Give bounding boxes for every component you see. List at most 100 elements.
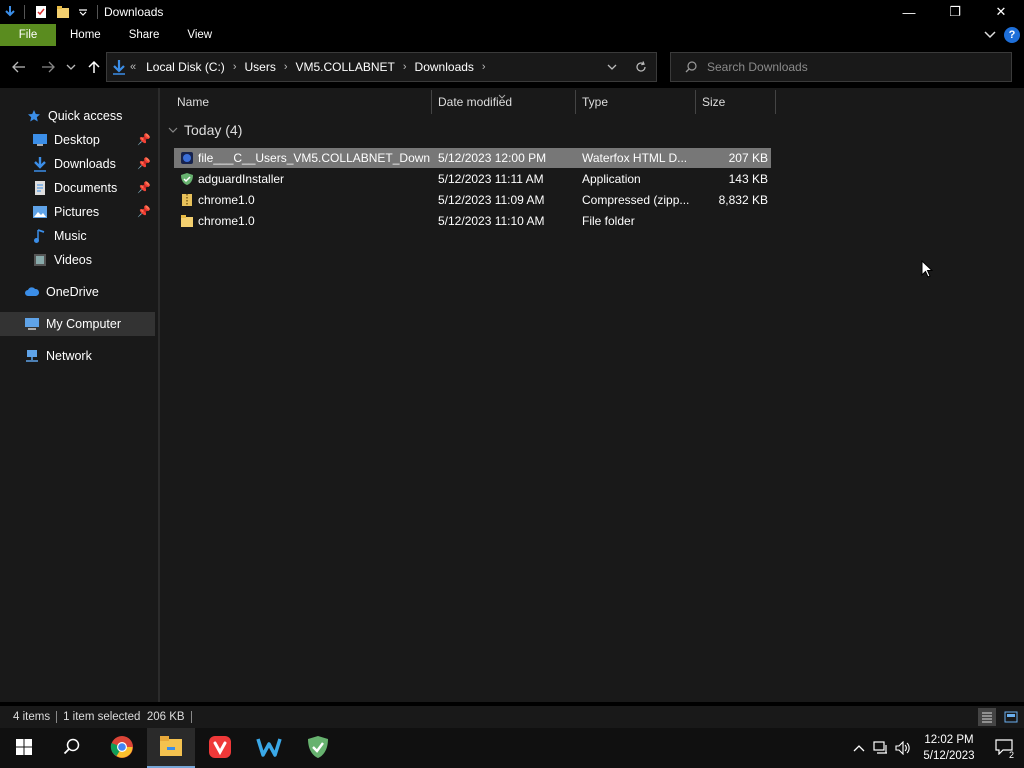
file-row[interactable]: chrome1.0 5/12/2023 11:09 AM Compressed … [174, 190, 771, 210]
tab-file[interactable]: File [0, 24, 56, 46]
search-input[interactable]: Search Downloads [707, 60, 808, 74]
download-folder-icon [112, 59, 126, 75]
back-button[interactable] [5, 53, 33, 81]
file-date: 5/12/2023 11:09 AM [438, 193, 545, 207]
file-row[interactable]: adguardInstaller 5/12/2023 11:11 AM Appl… [174, 169, 771, 189]
network-status-icon[interactable] [870, 728, 892, 768]
sidebar-item-onedrive[interactable]: OneDrive [0, 280, 155, 304]
tab-view[interactable]: View [173, 24, 226, 46]
properties-icon[interactable] [33, 4, 49, 20]
sidebar-item-videos[interactable]: Videos [0, 248, 155, 272]
overflow-chevron[interactable]: « [126, 61, 140, 73]
forward-button[interactable] [34, 53, 62, 81]
videos-icon [32, 252, 48, 268]
chrome-icon [110, 735, 134, 762]
taskbar-waterfox[interactable] [245, 728, 293, 768]
ribbon-tabs: File Home Share View ? [0, 24, 1024, 46]
column-separator[interactable] [775, 90, 776, 114]
mouse-cursor-icon [921, 259, 934, 281]
breadcrumb-separator[interactable]: › [231, 61, 239, 73]
separator [97, 5, 98, 19]
separator [24, 5, 25, 19]
adguard-icon [307, 735, 329, 762]
windows-start-icon [16, 738, 32, 758]
breadcrumb-downloads[interactable]: Downloads [409, 60, 480, 74]
sidebar-item-downloads[interactable]: Downloads 📌 [0, 152, 155, 176]
group-header-today[interactable]: Today (4) [168, 122, 242, 138]
column-header-name[interactable]: Name [177, 88, 209, 116]
sidebar-item-quick-access[interactable]: Quick access [0, 104, 155, 128]
sidebar-item-desktop[interactable]: Desktop 📌 [0, 128, 155, 152]
address-bar[interactable]: « Local Disk (C:) › Users › VM5.COLLABNE… [106, 52, 657, 82]
sidebar-item-label: Music [54, 229, 87, 243]
taskbar-adguard[interactable] [294, 728, 342, 768]
network-icon [24, 348, 40, 364]
taskbar-chrome[interactable] [98, 728, 146, 768]
clock[interactable]: 12:02 PM 5/12/2023 [914, 732, 984, 764]
documents-icon [32, 180, 48, 196]
large-icons-view-icon[interactable] [1002, 708, 1020, 726]
address-history-dropdown-icon[interactable] [598, 64, 626, 70]
recent-locations-button[interactable] [60, 53, 82, 81]
file-date: 5/12/2023 11:11 AM [438, 172, 544, 186]
folder-icon [179, 213, 195, 229]
system-tray: 12:02 PM 5/12/2023 2 [848, 728, 1024, 768]
window-title: Downloads [104, 5, 164, 19]
start-button[interactable] [0, 728, 48, 768]
tab-share[interactable]: Share [115, 24, 174, 46]
sidebar-item-network[interactable]: Network [0, 344, 155, 368]
separator [56, 711, 58, 723]
download-arrow-icon[interactable] [2, 4, 18, 20]
sidebar-item-label: Network [46, 349, 92, 363]
file-row[interactable]: chrome1.0 5/12/2023 11:10 AM File folder [174, 211, 771, 231]
taskbar-file-explorer[interactable] [147, 728, 195, 768]
column-separator[interactable] [431, 90, 432, 114]
search-box[interactable]: Search Downloads [670, 52, 1012, 82]
breadcrumb-separator[interactable]: › [401, 61, 409, 73]
breadcrumb-vm5-collabnet[interactable]: VM5.COLLABNET [290, 60, 401, 74]
action-center-button[interactable]: 2 [984, 728, 1024, 768]
maximize-button[interactable]: ❐ [932, 0, 978, 24]
collapse-chevron-icon[interactable] [168, 127, 178, 134]
tab-home[interactable]: Home [56, 24, 115, 46]
file-size: 207 KB [728, 151, 768, 165]
sidebar-item-pictures[interactable]: Pictures 📌 [0, 200, 155, 224]
pin-icon[interactable]: 📌 [137, 181, 151, 194]
column-header-size[interactable]: Size [702, 88, 725, 116]
adguard-icon [179, 171, 195, 187]
pin-icon[interactable]: 📌 [137, 157, 151, 170]
column-separator[interactable] [695, 90, 696, 114]
sidebar-item-label: Downloads [54, 157, 116, 171]
music-icon [32, 228, 48, 244]
star-icon [26, 108, 42, 124]
show-hidden-icons-icon[interactable] [848, 728, 870, 768]
customize-toolbar-icon[interactable] [75, 4, 91, 20]
pin-icon[interactable]: 📌 [137, 133, 151, 146]
details-view-icon[interactable] [978, 708, 996, 726]
file-type: Application [582, 172, 641, 186]
column-header-type[interactable]: Type [582, 88, 608, 116]
up-button[interactable] [80, 53, 108, 81]
breadcrumb-separator[interactable]: › [480, 61, 488, 73]
pictures-icon [32, 204, 48, 220]
pin-icon[interactable]: 📌 [137, 205, 151, 218]
breadcrumb-separator[interactable]: › [282, 61, 290, 73]
breadcrumb-users[interactable]: Users [238, 60, 281, 74]
close-button[interactable]: ✕ [978, 0, 1024, 24]
minimize-button[interactable]: — [886, 0, 932, 24]
file-row[interactable]: file___C__Users_VM5.COLLABNET_Down... 5/… [174, 148, 771, 168]
sidebar-item-my-computer[interactable]: My Computer [0, 312, 155, 336]
new-folder-icon[interactable] [55, 4, 71, 20]
expand-ribbon-icon[interactable] [984, 28, 996, 42]
refresh-icon[interactable] [626, 61, 656, 73]
taskbar-vivaldi[interactable] [196, 728, 244, 768]
help-icon[interactable]: ? [1004, 27, 1020, 43]
breadcrumb-local-disk[interactable]: Local Disk (C:) [140, 60, 231, 74]
sidebar-item-documents[interactable]: Documents 📌 [0, 176, 155, 200]
volume-icon[interactable] [892, 728, 914, 768]
taskbar-search-button[interactable] [48, 728, 96, 768]
sidebar-item-music[interactable]: Music [0, 224, 155, 248]
ribbon-right: ? [984, 27, 1020, 43]
column-separator[interactable] [575, 90, 576, 114]
file-date: 5/12/2023 11:10 AM [438, 214, 545, 228]
